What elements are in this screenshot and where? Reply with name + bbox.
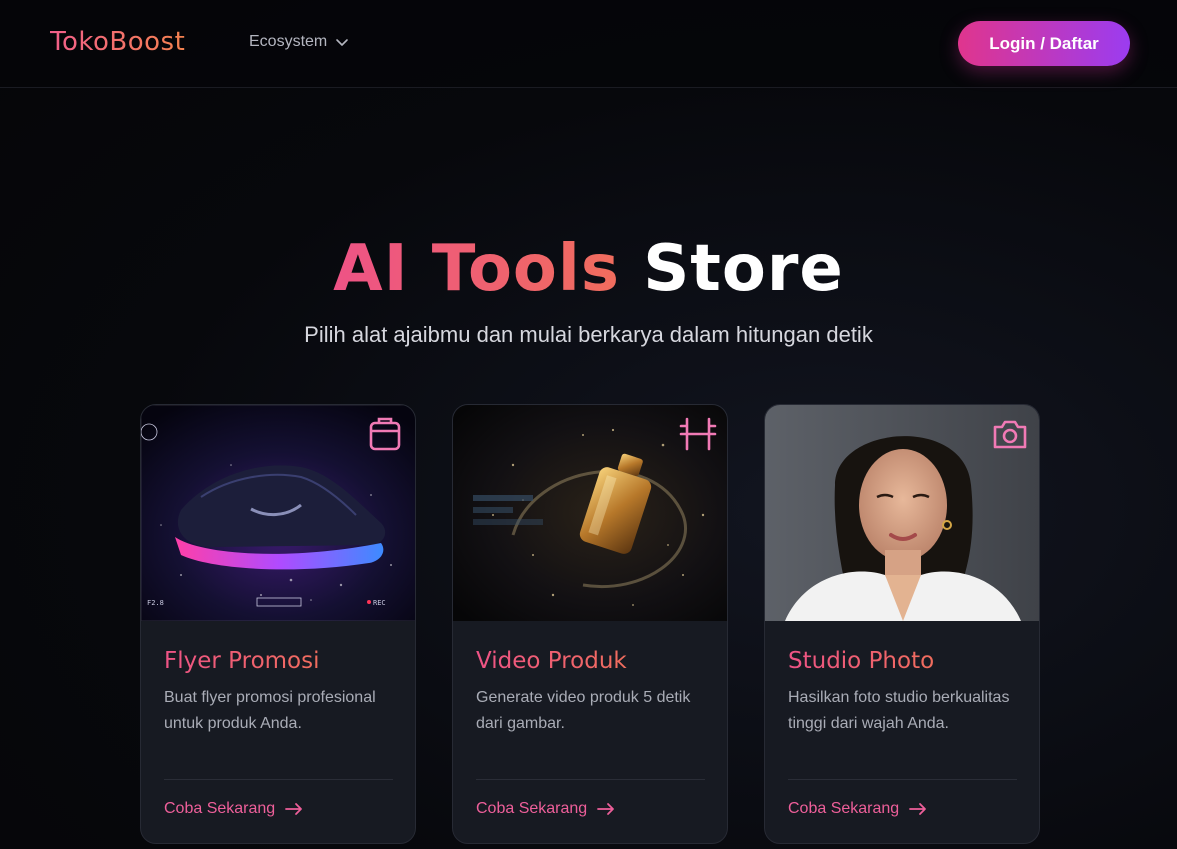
try-now-link[interactable]: Coba Sekarang: [788, 800, 927, 818]
chevron-down-icon: [336, 39, 349, 46]
card-title: Flyer Promosi: [164, 648, 320, 674]
brand-logo[interactable]: TokoBoost: [50, 27, 185, 57]
arrow-right-icon: [909, 803, 927, 815]
arrow-right-icon: [597, 803, 615, 815]
login-register-button[interactable]: Login / Daftar: [958, 21, 1130, 66]
try-now-label: Coba Sekarang: [164, 800, 276, 817]
try-now-link[interactable]: Coba Sekarang: [164, 800, 303, 818]
tool-card-studio[interactable]: Studio Photo Hasilkan foto studio berkua…: [764, 404, 1040, 844]
ecosystem-dropdown[interactable]: Ecosystem: [249, 33, 349, 51]
card-description: Hasilkan foto studio berkualitas tinggi …: [788, 689, 1010, 732]
image-frame-icon: [367, 415, 405, 453]
tool-card-video[interactable]: Video Produk Generate video produk 5 det…: [452, 404, 728, 844]
try-now-label: Coba Sekarang: [476, 800, 588, 817]
card-description: Buat flyer promosi profesional untuk pro…: [164, 689, 376, 732]
try-now-label: Coba Sekarang: [788, 800, 900, 817]
tool-card-flyer[interactable]: F2.8 REC Flyer Promosi Buat flyer promos…: [140, 404, 416, 844]
film-icon: [679, 415, 717, 453]
card-description: Generate video produk 5 detik dari gamba…: [476, 689, 691, 732]
arrow-right-icon: [285, 803, 303, 815]
camera-icon: [991, 415, 1029, 453]
try-now-link[interactable]: Coba Sekarang: [476, 800, 615, 818]
card-divider: [788, 779, 1017, 780]
card-divider: [164, 779, 393, 780]
ecosystem-label: Ecosystem: [249, 33, 328, 50]
svg-text:F2.8: F2.8: [147, 599, 164, 607]
hero-title-main: Store: [643, 232, 844, 306]
card-divider: [476, 779, 705, 780]
top-navbar: TokoBoost Ecosystem Login / Daftar: [0, 0, 1177, 88]
card-title: Studio Photo: [788, 648, 935, 674]
hero-title-accent: AI Tools: [333, 232, 620, 306]
hero-subtitle: Pilih alat ajaibmu dan mulai berkarya da…: [304, 322, 873, 347]
hero-title: AI Tools Store: [0, 232, 1177, 306]
card-title: Video Produk: [476, 648, 627, 674]
svg-text:REC: REC: [373, 599, 386, 607]
